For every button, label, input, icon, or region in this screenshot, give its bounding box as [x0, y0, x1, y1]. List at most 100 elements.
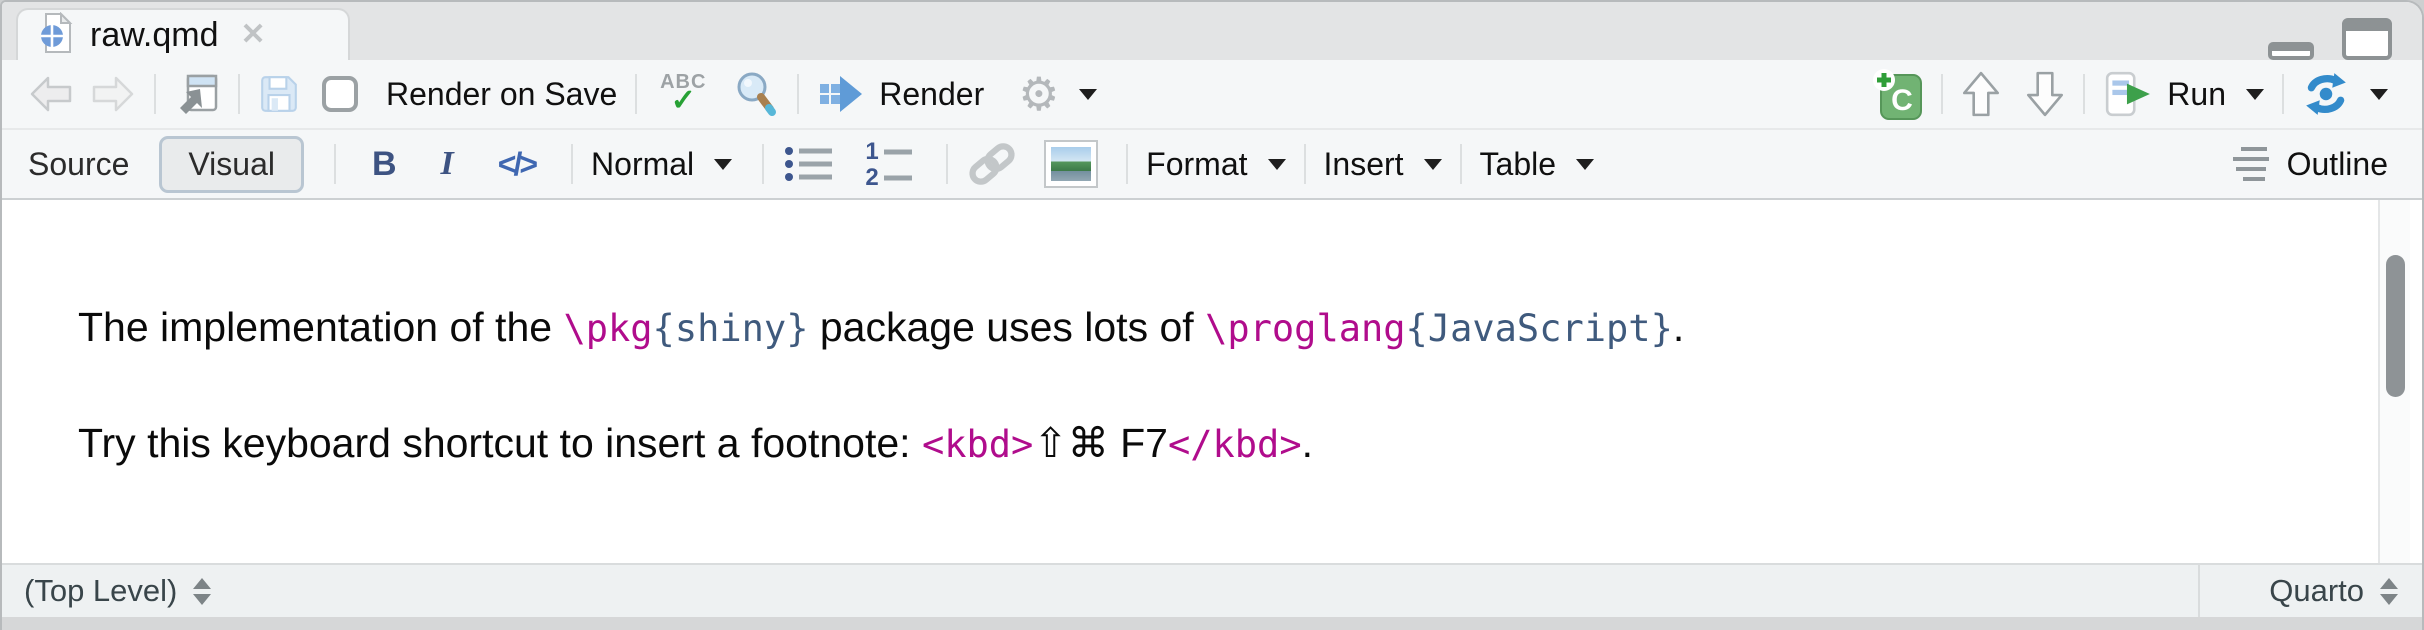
back-button[interactable]	[28, 74, 74, 114]
separator	[1460, 144, 1462, 184]
separator	[334, 144, 336, 184]
image-icon	[1044, 140, 1098, 188]
separator	[238, 74, 240, 114]
scope-label: (Top Level)	[24, 573, 177, 609]
insert-link-button[interactable]	[966, 141, 1018, 187]
keyboard-shortcut-keys: ⇧⌘ F7	[1033, 420, 1168, 466]
save-button[interactable]	[258, 73, 300, 115]
link-icon	[966, 141, 1018, 187]
document-mode-label: Quarto	[2269, 573, 2364, 609]
insert-menu[interactable]: Insert	[1324, 146, 1442, 183]
vertical-scrollbar[interactable]	[2378, 200, 2410, 563]
insert-chunk-icon: C	[1871, 67, 1923, 121]
separator	[1304, 144, 1306, 184]
bold-icon: B	[372, 145, 397, 184]
inline-code-button[interactable]: </>	[498, 146, 535, 183]
render-label: Render	[879, 76, 984, 113]
dropdown-caret-icon	[1079, 89, 1097, 100]
render-button[interactable]: Render	[817, 74, 984, 114]
format-menu[interactable]: Format	[1146, 146, 1285, 183]
numbered-list-button[interactable]: 1 2	[864, 140, 918, 188]
next-chunk-button[interactable]	[2025, 70, 2065, 118]
text-run: .	[1673, 304, 1684, 350]
run-button[interactable]: Run	[2103, 70, 2264, 118]
source-mode-label: Source	[28, 146, 129, 183]
separator	[2083, 74, 2085, 114]
dropdown-caret-icon	[1424, 159, 1442, 170]
forward-button[interactable]	[90, 74, 136, 114]
kbd-close-tag: </kbd>	[1168, 423, 1302, 466]
separator	[571, 144, 573, 184]
scope-selector[interactable]: (Top Level)	[2, 573, 211, 609]
insert-menu-label: Insert	[1324, 146, 1404, 183]
source-mode-button[interactable]: Source	[28, 146, 129, 183]
source-editor-pane: raw.qmd ✕	[0, 0, 2424, 630]
italic-button[interactable]: I	[441, 145, 454, 183]
separator	[2282, 74, 2284, 114]
separator	[797, 74, 799, 114]
arrow-up-icon	[1961, 70, 2001, 118]
find-replace-button[interactable]	[733, 70, 779, 118]
pane-window-controls	[2268, 18, 2392, 60]
outline-toggle-button[interactable]: Outline	[2233, 146, 2388, 183]
gear-icon: ⚙	[1018, 71, 1059, 117]
spellcheck-icon: ABC ✓	[655, 72, 711, 116]
separator	[1126, 144, 1128, 184]
text-run: The implementation of the	[78, 304, 563, 350]
editor-tab-raw-qmd[interactable]: raw.qmd ✕	[16, 8, 350, 60]
visual-mode-button[interactable]: Visual	[159, 136, 304, 193]
popout-window-icon	[174, 71, 220, 117]
dropdown-caret-icon	[1576, 159, 1594, 170]
outline-icon	[2233, 147, 2273, 181]
back-arrow-icon	[28, 74, 74, 114]
scrollbar-thumb[interactable]	[2386, 255, 2405, 397]
svg-text:2: 2	[865, 164, 878, 188]
render-options-button[interactable]: ⚙	[1018, 71, 1097, 117]
render-icon	[817, 74, 865, 114]
scope-updown-icon	[193, 578, 211, 605]
text-run: Try this keyboard shortcut to insert a f…	[78, 420, 922, 466]
dropdown-caret-icon	[2370, 89, 2388, 100]
magnifier-icon	[733, 70, 779, 118]
rerun-source-button[interactable]	[2302, 71, 2388, 117]
paragraph-1: The implementation of the \pkg{shiny} pa…	[78, 296, 2302, 360]
previous-chunk-button[interactable]	[1961, 70, 2001, 118]
spellcheck-button[interactable]: ABC ✓	[655, 72, 711, 116]
insert-image-button[interactable]	[1044, 140, 1098, 188]
render-on-save-toggle[interactable]: Render on Save	[322, 76, 617, 113]
tab-title: raw.qmd	[90, 16, 219, 55]
table-menu[interactable]: Table	[1480, 146, 1595, 183]
separator	[635, 74, 637, 114]
bold-button[interactable]: B	[372, 145, 397, 184]
editor-toolbar: Render on Save ABC ✓ Render	[2, 60, 2422, 130]
run-icon	[2103, 70, 2153, 118]
svg-text:1: 1	[865, 140, 878, 165]
outline-label: Outline	[2287, 146, 2388, 183]
separator	[154, 74, 156, 114]
forward-arrow-icon	[90, 74, 136, 114]
bullet-list-button[interactable]	[782, 142, 836, 186]
arrow-down-icon	[2025, 70, 2065, 118]
kbd-open-tag: <kbd>	[922, 423, 1033, 466]
pane-bottom-edge	[2, 617, 2422, 630]
document-mode-selector[interactable]: Quarto	[2198, 565, 2422, 617]
visual-editor-canvas[interactable]: The implementation of the \pkg{shiny} pa…	[2, 200, 2422, 563]
insert-code-chunk-button[interactable]: C	[1871, 67, 1923, 121]
block-style-value: Normal	[591, 146, 694, 183]
separator	[762, 144, 764, 184]
open-in-new-window-button[interactable]	[174, 71, 220, 117]
maximize-pane-icon[interactable]	[2342, 18, 2392, 60]
text-run: package uses lots of	[808, 304, 1205, 350]
latex-arg-javascript: {JavaScript}	[1406, 307, 1673, 350]
format-menu-label: Format	[1146, 146, 1247, 183]
block-style-dropdown[interactable]: Normal	[591, 146, 732, 183]
minimize-pane-icon[interactable]	[2268, 42, 2314, 60]
latex-command-proglang: \proglang	[1205, 307, 1405, 350]
latex-arg-shiny: {shiny}	[653, 307, 809, 350]
render-on-save-checkbox[interactable]	[322, 76, 358, 112]
inline-code-icon: </>	[498, 146, 535, 183]
save-icon	[258, 73, 300, 115]
dropdown-caret-icon	[714, 159, 732, 170]
tab-close-icon[interactable]: ✕	[241, 20, 266, 50]
svg-text:C: C	[1891, 84, 1913, 117]
